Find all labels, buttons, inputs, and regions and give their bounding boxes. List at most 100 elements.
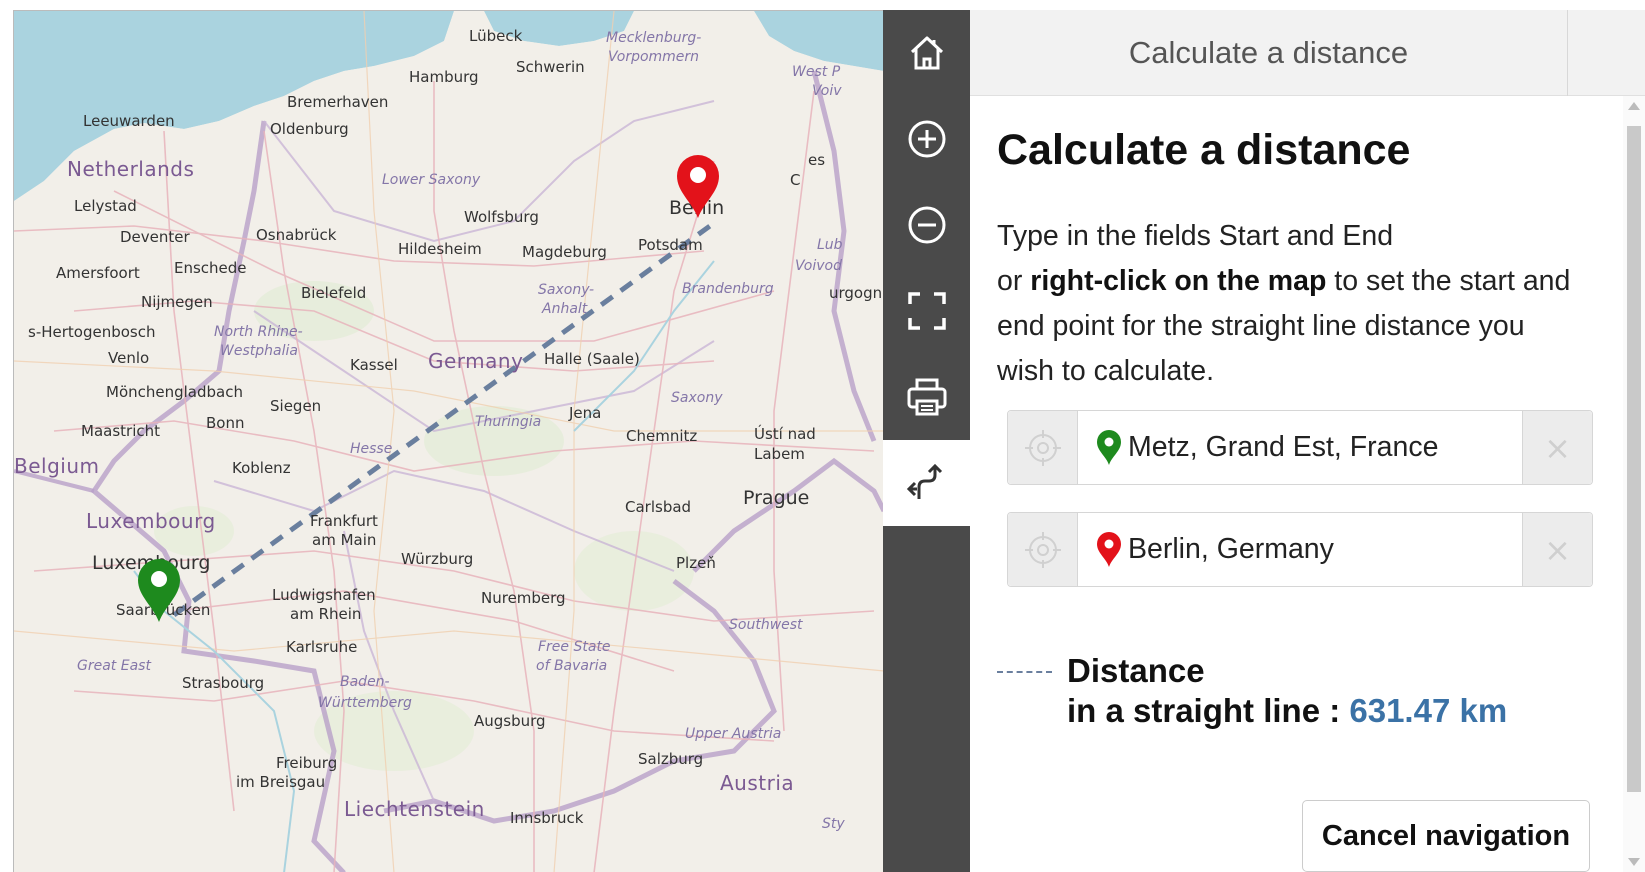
city-label: Carlsbad <box>625 498 692 516</box>
city-label: Ústí nad <box>754 425 816 443</box>
zoom-out-button[interactable] <box>883 182 970 268</box>
city-label: Mönchengladbach <box>106 383 243 401</box>
city-label: Karlsruhe <box>286 638 358 656</box>
zoom-in-icon <box>908 120 945 158</box>
panel-scrollbar[interactable] <box>1623 96 1645 872</box>
city-label: Halle (Saale) <box>544 350 640 368</box>
print-button[interactable] <box>883 354 970 440</box>
end-clear-button[interactable]: × <box>1522 513 1592 586</box>
city-label: Ludwigshafen <box>272 586 376 604</box>
city-label: Augsburg <box>474 712 546 730</box>
city-label: Labem <box>754 445 805 463</box>
region-label: North Rhine- <box>214 324 303 340</box>
city-label: Bielefeld <box>301 284 367 302</box>
region-label: Württemberg <box>318 695 412 711</box>
start-marker-icon[interactable] <box>136 558 182 624</box>
city-label: Strasbourg <box>182 674 265 692</box>
end-field-value: Berlin, Germany <box>1128 533 1334 565</box>
start-locate-button[interactable] <box>1008 411 1078 484</box>
city-label: am Rhein <box>290 605 362 623</box>
instructions-line1: Type in the fields Start and End <box>997 220 1394 252</box>
city-label: Maastricht <box>81 422 160 440</box>
region-label: Anhalt <box>542 301 588 317</box>
city-label: Osnabrück <box>256 226 337 244</box>
region-label: Brandenburg <box>682 281 774 297</box>
city-label: Jena <box>569 404 602 422</box>
region-label: Saxony <box>671 390 723 406</box>
scroll-down-icon[interactable] <box>1628 858 1640 866</box>
city-label: Plzeň <box>676 554 716 572</box>
city-label: Nuremberg <box>481 589 566 607</box>
country-label: Germany <box>428 349 524 373</box>
distance-label-line1: Distance <box>1067 652 1205 689</box>
start-field[interactable]: Metz, Grand Est, France <box>1078 411 1522 484</box>
region-label: Baden- <box>340 674 390 690</box>
instructions-text: Type in the fields Start and End or right… <box>997 214 1587 394</box>
distance-label-line2: in a straight line : <box>1067 692 1350 729</box>
end-field[interactable]: Berlin, Germany <box>1078 513 1522 586</box>
region-label: Hesse <box>350 441 393 457</box>
city-label: Hildesheim <box>398 240 482 258</box>
city-label: Venlo <box>108 349 150 367</box>
city-label: es <box>808 151 826 169</box>
side-panel: Calculate a distance Calculate a distanc… <box>970 10 1645 872</box>
region-label: Voivod <box>795 258 842 274</box>
city-label: C <box>790 171 801 189</box>
city-label: Salzburg <box>638 750 704 768</box>
region-label: Southwest <box>729 617 803 633</box>
dashed-line-legend-icon <box>997 671 1052 673</box>
region-label: Saxony- <box>538 282 595 298</box>
instructions-or: or <box>997 265 1031 297</box>
scroll-up-icon[interactable] <box>1628 102 1640 110</box>
map-background <box>14 11 883 872</box>
city-label: am Main <box>312 531 377 549</box>
instructions-bold: right-click on the map <box>1030 265 1327 297</box>
city-label: Leeuwarden <box>83 112 175 130</box>
region-label: Lower Saxony <box>382 172 481 188</box>
cancel-navigation-button[interactable]: Cancel navigation <box>1302 800 1590 872</box>
city-label: Amersfoort <box>56 264 140 282</box>
city-label: Oldenburg <box>270 120 349 138</box>
city-label: Nijmegen <box>141 293 213 311</box>
home-icon <box>910 36 943 70</box>
start-pin-icon <box>1097 429 1121 465</box>
region-label: Great East <box>77 658 151 674</box>
zoom-in-button[interactable] <box>883 96 970 182</box>
map-view[interactable]: Lübeck Hamburg Schwerin Mecklenburg- Vor… <box>13 10 883 872</box>
region-label: Lub <box>817 237 843 253</box>
start-clear-button[interactable]: × <box>1522 411 1592 484</box>
city-label: Potsdam <box>638 236 703 254</box>
crosshair-icon <box>1024 531 1061 568</box>
country-label: Luxembourg <box>86 509 216 533</box>
print-icon <box>907 378 946 416</box>
city-label: Freiburg <box>276 754 338 772</box>
tab-calculate-distance[interactable]: Calculate a distance <box>970 10 1568 96</box>
scroll-thumb[interactable] <box>1627 126 1641 792</box>
panel-tabbar: Calculate a distance <box>970 10 1645 96</box>
app-window: Lübeck Hamburg Schwerin Mecklenburg- Vor… <box>0 0 1645 872</box>
page-title: Calculate a distance <box>997 126 1411 174</box>
fullscreen-button[interactable] <box>883 268 970 354</box>
crosshair-icon <box>1024 429 1061 466</box>
city-label: Prague <box>743 487 810 509</box>
city-label: im Breisgau <box>236 773 326 791</box>
city-label: Magdeburg <box>522 243 607 261</box>
region-label: Thuringia <box>475 414 542 430</box>
start-field-value: Metz, Grand Est, France <box>1128 431 1439 463</box>
region-label: Upper Austria <box>685 726 782 742</box>
city-label: Hamburg <box>409 68 479 86</box>
directions-button[interactable] <box>883 440 970 526</box>
region-label: Mecklenburg- <box>606 30 702 46</box>
fullscreen-icon <box>907 292 946 330</box>
region-label: Westphalia <box>220 343 298 359</box>
city-label: Kassel <box>350 356 398 374</box>
city-label: Lübeck <box>469 27 523 45</box>
city-label: Chemnitz <box>626 427 698 445</box>
country-label: Belgium <box>14 454 100 478</box>
region-label: Free State <box>538 639 611 655</box>
end-marker-icon[interactable] <box>675 154 721 220</box>
end-locate-button[interactable] <box>1008 513 1078 586</box>
city-label: Koblenz <box>232 459 291 477</box>
end-pin-icon <box>1097 531 1121 567</box>
home-button[interactable] <box>883 10 970 96</box>
